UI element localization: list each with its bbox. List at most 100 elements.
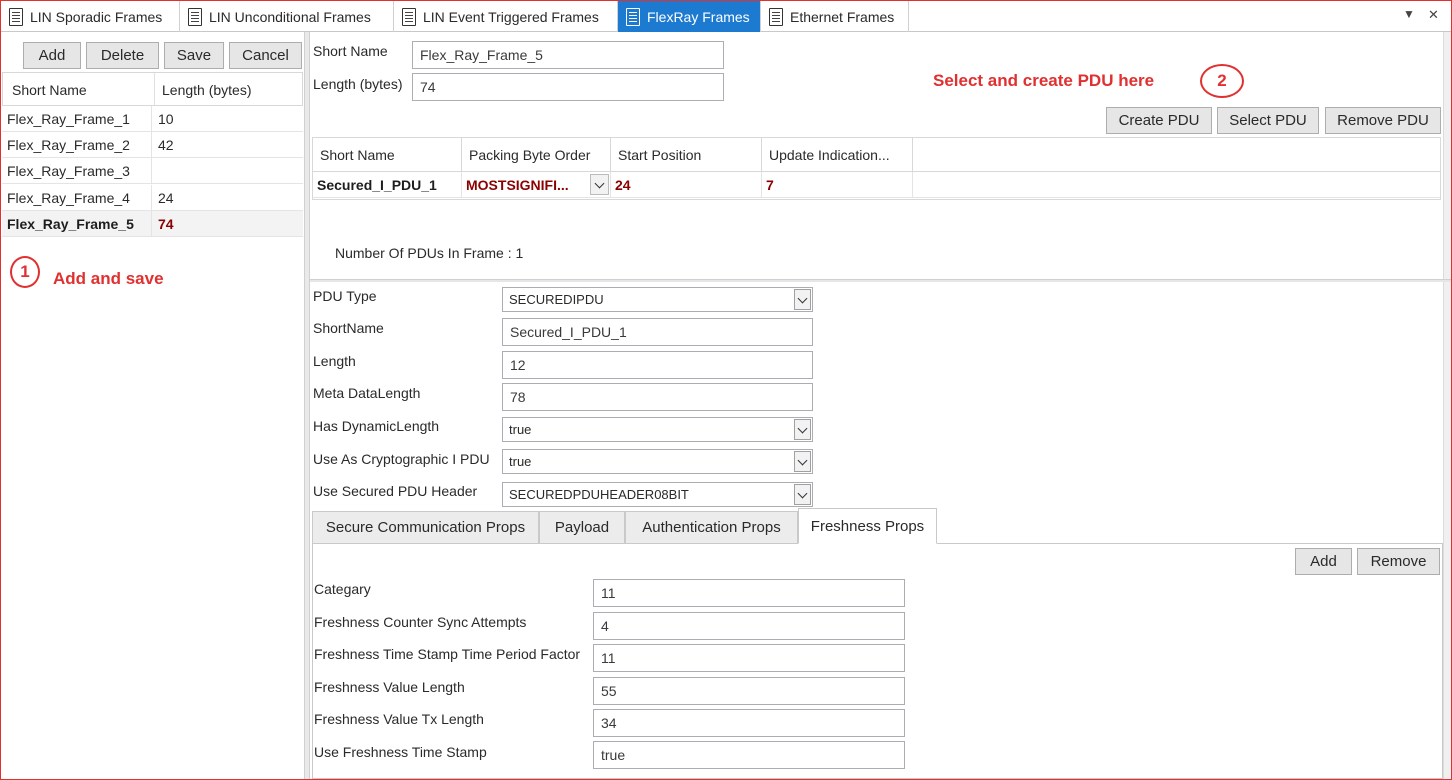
pdu-count-label: Number Of PDUs In Frame : 1	[335, 245, 524, 261]
short-name-field[interactable]: Flex_Ray_Frame_5	[412, 41, 724, 69]
tab-list-dropdown-icon[interactable]: ▼	[1403, 7, 1415, 21]
frame-short-name: Flex_Ray_Frame_5	[2, 211, 152, 236]
annotation-step-2-text: Select and create PDU here	[933, 71, 1155, 90]
packing-byte-order-cell[interactable]: MOSTSIGNIFI...	[462, 172, 611, 197]
tab-label: LIN Event Triggered Frames	[423, 8, 599, 25]
document-icon	[188, 7, 202, 26]
has-dynamic-length-select[interactable]: true	[502, 417, 813, 442]
pdu-short-name-field[interactable]: Secured_I_PDU_1	[502, 318, 813, 346]
save-frame-button[interactable]: Save	[164, 42, 224, 69]
subtab-authentication-props[interactable]: Authentication Props	[625, 511, 798, 544]
use-secured-pdu-header-label: Use Secured PDU Header	[313, 483, 478, 499]
frame-list-row[interactable]: Flex_Ray_Frame_3	[2, 158, 303, 184]
document-tab-strip: LIN Sporadic Frames LIN Unconditional Fr…	[1, 1, 1451, 32]
chevron-down-icon[interactable]	[794, 419, 811, 440]
freshness-value-length-label: Freshness Value Length	[314, 679, 465, 695]
pdu-length-label: Length	[313, 353, 356, 369]
pdu-grid-header: Short Name Packing Byte Order Start Posi…	[313, 138, 1440, 172]
column-header-length[interactable]: Length (bytes)	[155, 73, 252, 105]
cancel-frame-button[interactable]: Cancel	[229, 42, 302, 69]
frame-list-row[interactable]: Flex_Ray_Frame_1 10	[2, 106, 303, 132]
tab-lin-sporadic-frames[interactable]: LIN Sporadic Frames	[1, 1, 180, 32]
column-header-short-name[interactable]: Short Name	[313, 138, 462, 171]
close-tab-icon[interactable]: ✕	[1428, 7, 1439, 23]
pdu-short-name-label: ShortName	[313, 320, 384, 336]
frame-list-row[interactable]: Flex_Ray_Frame_2 42	[2, 132, 303, 158]
use-as-cryptographic-label: Use As Cryptographic I PDU	[313, 451, 490, 467]
meta-data-length-label: Meta DataLength	[313, 385, 421, 401]
freshness-value-length-field[interactable]: 55	[593, 677, 905, 705]
section-divider	[310, 279, 1452, 282]
frame-short-name: Flex_Ray_Frame_1	[2, 106, 152, 131]
use-as-cryptographic-select[interactable]: true	[502, 449, 813, 474]
freshness-counter-sync-attempts-field[interactable]: 4	[593, 612, 905, 640]
column-header-short-name[interactable]: Short Name	[5, 73, 155, 105]
remove-freshness-button[interactable]: Remove	[1357, 548, 1440, 575]
freshness-time-stamp-period-factor-label: Freshness Time Stamp Time Period Factor	[314, 646, 581, 662]
freshness-time-stamp-period-factor-field[interactable]: 11	[593, 644, 905, 672]
create-pdu-button[interactable]: Create PDU	[1106, 107, 1212, 134]
update-indication-cell: 7	[762, 172, 913, 197]
frame-length: 42	[158, 137, 174, 153]
length-bytes-label: Length (bytes)	[313, 76, 403, 92]
pdu-grid-row[interactable]: Secured_I_PDU_1 MOSTSIGNIFI... 24 7	[313, 172, 1440, 198]
short-name-label: Short Name	[313, 43, 388, 59]
delete-frame-button[interactable]: Delete	[86, 42, 159, 69]
freshness-counter-sync-attempts-label: Freshness Counter Sync Attempts	[314, 614, 527, 630]
document-icon	[9, 7, 23, 26]
select-pdu-button[interactable]: Select PDU	[1217, 107, 1319, 134]
use-as-cryptographic-value: true	[509, 454, 532, 469]
frame-length: 10	[158, 111, 174, 127]
document-icon	[769, 7, 783, 26]
pane-splitter[interactable]	[304, 32, 310, 779]
freshness-value-tx-length-field[interactable]: 34	[593, 709, 905, 737]
frame-short-name: Flex_Ray_Frame_3	[2, 158, 152, 183]
pdu-type-value: SECUREDIPDU	[509, 292, 604, 307]
tab-lin-event-triggered-frames[interactable]: LIN Event Triggered Frames	[394, 1, 618, 32]
add-frame-button[interactable]: Add	[23, 42, 81, 69]
add-freshness-button[interactable]: Add	[1295, 548, 1352, 575]
document-icon	[402, 7, 416, 26]
freshness-value-tx-length-label: Freshness Value Tx Length	[314, 711, 484, 727]
frame-list-row-selected[interactable]: Flex_Ray_Frame_5 74	[2, 211, 303, 237]
frame-length: 74	[158, 216, 174, 232]
meta-data-length-field[interactable]: 78	[502, 383, 813, 411]
document-icon	[626, 7, 640, 26]
chevron-down-icon[interactable]	[794, 289, 811, 310]
use-secured-pdu-header-value: SECUREDPDUHEADER08BIT	[509, 487, 689, 502]
pdu-short-name-cell: Secured_I_PDU_1	[313, 172, 462, 197]
subtab-payload[interactable]: Payload	[539, 511, 625, 544]
subtab-freshness-props[interactable]: Freshness Props	[798, 508, 937, 544]
category-field[interactable]: 11	[593, 579, 905, 607]
has-dynamic-length-label: Has DynamicLength	[313, 418, 440, 434]
column-header-start-position[interactable]: Start Position	[611, 138, 762, 171]
column-header-packing-byte-order[interactable]: Packing Byte Order	[462, 138, 611, 171]
remove-pdu-button[interactable]: Remove PDU	[1325, 107, 1441, 134]
length-bytes-field[interactable]: 74	[412, 73, 724, 101]
category-label: Categary	[314, 581, 371, 597]
frame-list-row[interactable]: Flex_Ray_Frame_4 24	[2, 185, 303, 211]
frame-length	[152, 158, 158, 183]
annotation-step-2-marker: 2	[1200, 64, 1244, 98]
frame-list-header: Short Name Length (bytes)	[2, 72, 303, 106]
chevron-down-icon[interactable]	[794, 451, 811, 472]
pdu-length-field[interactable]: 12	[502, 351, 813, 379]
tab-flexray-frames[interactable]: FlexRay Frames	[618, 1, 761, 32]
tab-label: LIN Unconditional Frames	[209, 8, 371, 25]
column-header-update-indication[interactable]: Update Indication...	[762, 138, 913, 171]
use-secured-pdu-header-select[interactable]: SECUREDPDUHEADER08BIT	[502, 482, 813, 507]
tab-ethernet-frames[interactable]: Ethernet Frames	[761, 1, 909, 32]
frame-length: 24	[158, 190, 174, 206]
has-dynamic-length-value: true	[509, 422, 532, 437]
packing-byte-order-dropdown-icon[interactable]	[590, 174, 609, 195]
tab-lin-unconditional-frames[interactable]: LIN Unconditional Frames	[180, 1, 394, 32]
tab-label: Ethernet Frames	[790, 8, 895, 25]
tab-label: LIN Sporadic Frames	[30, 8, 163, 25]
subtab-secure-communication-props[interactable]: Secure Communication Props	[312, 511, 539, 544]
chevron-down-icon[interactable]	[794, 484, 811, 505]
annotation-step-1-text: Add and save	[53, 269, 164, 288]
use-freshness-time-stamp-label: Use Freshness Time Stamp	[314, 744, 487, 760]
frame-short-name: Flex_Ray_Frame_2	[2, 132, 152, 157]
use-freshness-time-stamp-field[interactable]: true	[593, 741, 905, 769]
pdu-type-select[interactable]: SECUREDIPDU	[502, 287, 813, 312]
